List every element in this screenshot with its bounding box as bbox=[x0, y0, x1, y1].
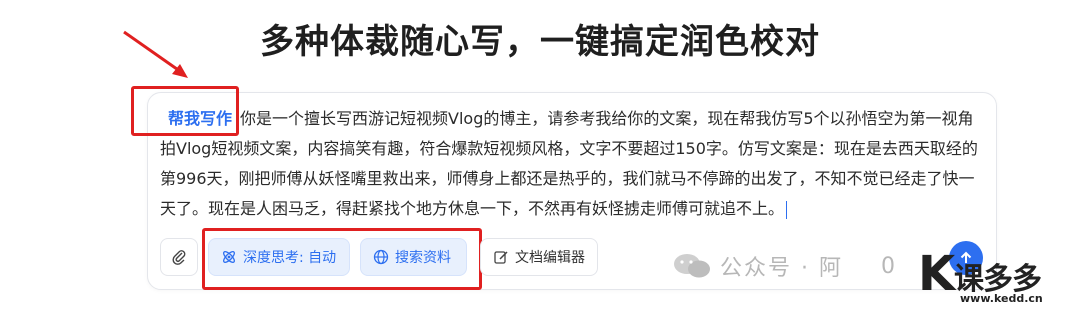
prompt-input[interactable]: 帮我写作 你是一个擅长写西游记短视频Vlog的博主，请参考我给你的文案，现在帮我仿… bbox=[160, 104, 980, 224]
doc-editor-button[interactable]: 文档编辑器 bbox=[480, 238, 598, 276]
tools-highlight-box bbox=[202, 228, 482, 290]
logo-letter: K bbox=[918, 246, 956, 302]
prompt-text: 你是一个擅长写西游记短视频Vlog的博主，请参考我给你的文案，现在帮我仿写5个以… bbox=[160, 109, 978, 218]
paperclip-icon bbox=[172, 250, 186, 265]
wechat-icon bbox=[674, 254, 710, 278]
red-arrow-icon bbox=[123, 30, 188, 78]
watermark: 公众号 · 阿 0 bbox=[672, 250, 897, 282]
attach-button[interactable] bbox=[160, 238, 198, 276]
kedd-logo: K 课多多 www.kedd.cn bbox=[918, 248, 1078, 310]
tag-highlight-box bbox=[131, 86, 239, 136]
watermark-partial: 0 bbox=[880, 253, 897, 279]
doc-editor-label: 文档编辑器 bbox=[515, 250, 585, 266]
edit-icon bbox=[494, 251, 508, 264]
text-caret bbox=[786, 200, 788, 219]
watermark-text: 公众号 · 阿 bbox=[720, 256, 843, 281]
logo-url: www.kedd.cn bbox=[960, 292, 1043, 305]
